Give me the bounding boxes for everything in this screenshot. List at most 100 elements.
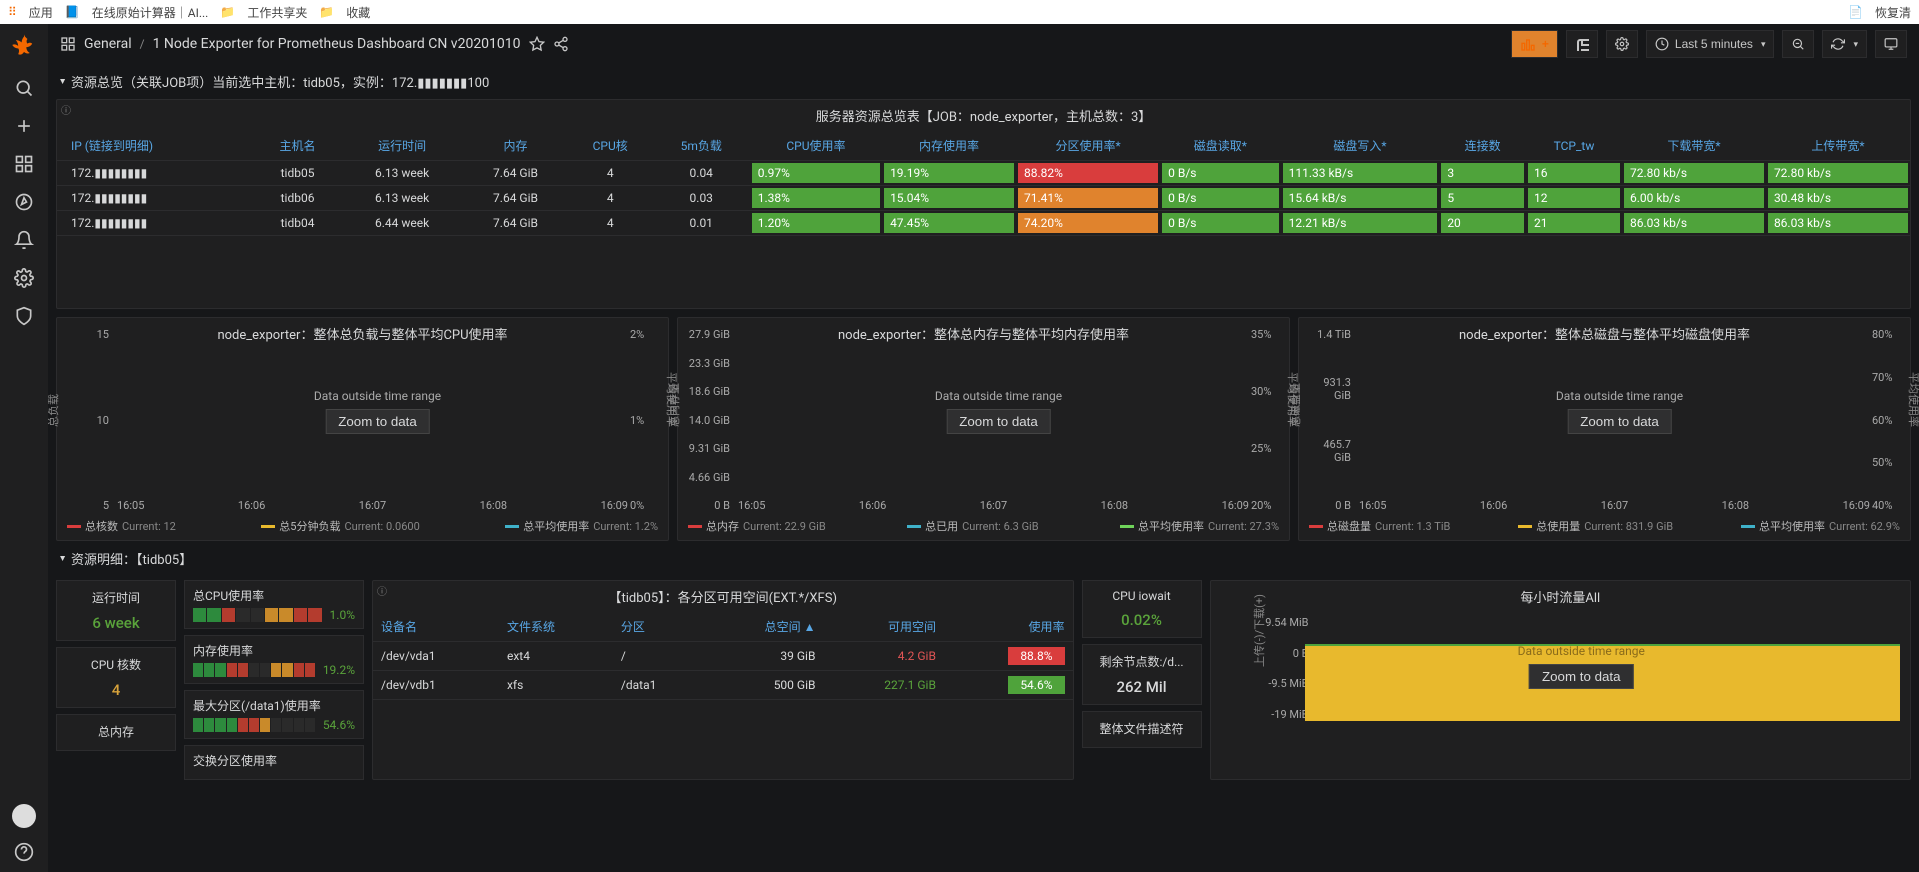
legend-item[interactable]: 总平均使用率 Current: 27.3% xyxy=(1120,518,1279,534)
disks-title: 【tidb05】：各分区可用空间(EXT.*/XFS) xyxy=(373,581,1073,612)
column-header[interactable]: CPU核 xyxy=(568,131,653,161)
stat-totalmem: 总内存 xyxy=(56,714,176,751)
legend-item[interactable]: 总磁盘量 Current: 1.3 TiB xyxy=(1309,518,1450,534)
legend-item[interactable]: 总使用量 Current: 831.9 GiB xyxy=(1518,518,1673,534)
ip-link[interactable]: 172.▮▮▮▮▮▮▮▮ xyxy=(57,186,254,211)
column-header[interactable]: 上传带宽* xyxy=(1766,131,1910,161)
overview-panel: ⓘ 服务器资源总览表【JOB：node_exporter，主机总数：3】 IP … xyxy=(56,99,1911,309)
breadcrumb-folder[interactable]: General xyxy=(84,36,132,52)
table-row: /dev/vdb1xfs/data1500 GiB227.1 GiB54.6% xyxy=(373,671,1073,700)
overview-table: IP (链接到明细)主机名运行时间内存CPU核5m负载CPU使用率内存使用率分区… xyxy=(57,131,1910,236)
column-header[interactable]: 设备名 xyxy=(373,612,499,642)
chart-panel: node_exporter：整体总负载与整体平均CPU使用率151052%1%0… xyxy=(56,317,669,541)
config-icon[interactable] xyxy=(14,268,34,288)
column-header[interactable]: 可用空间 xyxy=(823,612,943,642)
help-icon[interactable] xyxy=(14,842,34,862)
dashboards-icon[interactable] xyxy=(14,154,34,174)
bar-stat: 交换分区使用率 xyxy=(184,745,364,780)
legend-item[interactable]: 总核数 Current: 12 xyxy=(67,518,176,534)
ip-link[interactable]: 172.▮▮▮▮▮▮▮▮ xyxy=(57,211,254,236)
stat-iowait-label: CPU iowait xyxy=(1087,589,1197,603)
column-header[interactable]: 下载带宽* xyxy=(1622,131,1766,161)
stat-cores-label: CPU 核数 xyxy=(61,656,171,673)
save-button[interactable] xyxy=(1566,30,1598,58)
column-header[interactable]: 磁盘写入* xyxy=(1281,131,1440,161)
chart-notice: Data outside time range xyxy=(935,389,1062,403)
flow-ylabel: 上传(-)/下载(+) xyxy=(1251,593,1267,666)
share-icon[interactable] xyxy=(553,36,569,52)
timerange-label: Last 5 minutes xyxy=(1675,37,1753,51)
row-detail-toggle[interactable]: ▸资源明细：【tidb05】 xyxy=(56,541,1911,576)
stat-descr: 整体文件描述符 xyxy=(1082,711,1202,748)
column-header[interactable]: 磁盘读取* xyxy=(1160,131,1280,161)
chart-panel: node_exporter：整体总磁盘与整体平均磁盘使用率1.4 TiB931.… xyxy=(1298,317,1911,541)
dashboard-header: General / 1 Node Exporter for Prometheus… xyxy=(56,24,1911,64)
stat-remain-value: 262 Mil xyxy=(1087,678,1197,696)
avatar[interactable] xyxy=(12,804,36,828)
stat-cores-value: 4 xyxy=(61,681,171,699)
legend-item[interactable]: 总已用 Current: 6.3 GiB xyxy=(907,518,1039,534)
column-header[interactable]: 主机名 xyxy=(254,131,341,161)
tab-app: 应用 xyxy=(29,4,53,21)
stat-remain-label: 剩余节点数:/d... xyxy=(1087,653,1197,670)
column-header[interactable]: TCP_tw xyxy=(1526,131,1622,161)
column-header[interactable]: CPU使用率 xyxy=(750,131,882,161)
column-header[interactable]: 总空间 ▲ xyxy=(704,612,823,642)
overview-title: 服务器资源总览表【JOB：node_exporter，主机总数：3】 xyxy=(57,100,1910,131)
disks-table: 设备名文件系统分区总空间 ▲可用空间使用率 /dev/vda1ext4/39 G… xyxy=(373,612,1073,700)
info-icon[interactable]: ⓘ xyxy=(61,102,71,117)
breadcrumb-title[interactable]: 1 Node Exporter for Prometheus Dashboard… xyxy=(153,36,521,52)
legend-item[interactable]: 总内存 Current: 22.9 GiB xyxy=(688,518,826,534)
zoomout-button[interactable] xyxy=(1782,30,1814,58)
refresh-button[interactable]: ▾ xyxy=(1822,30,1867,58)
table-row: 172.▮▮▮▮▮▮▮▮tidb066.13 week7.64 GiB40.03… xyxy=(57,186,1910,211)
row-overview-title: 资源总览（关联JOB项）当前选中主机：tidb05，实例：172.▮▮▮▮▮▮▮… xyxy=(71,72,489,91)
bar-stat: 最大分区(/data1)使用率54.6% xyxy=(184,690,364,739)
ip-link[interactable]: 172.▮▮▮▮▮▮▮▮ xyxy=(57,161,254,186)
column-header[interactable]: 分区 xyxy=(613,612,705,642)
flow-zoom-button[interactable]: Zoom to data xyxy=(1529,664,1634,689)
alerting-icon[interactable] xyxy=(14,230,34,250)
table-row: 172.▮▮▮▮▮▮▮▮tidb046.44 week7.64 GiB40.01… xyxy=(57,211,1910,236)
column-header[interactable]: 内存使用率 xyxy=(882,131,1016,161)
row-overview-toggle[interactable]: ▸资源总览（关联JOB项）当前选中主机：tidb05，实例：172.▮▮▮▮▮▮… xyxy=(56,64,1911,99)
search-icon[interactable] xyxy=(14,78,34,98)
stat-uptime-label: 运行时间 xyxy=(61,589,171,606)
column-header[interactable]: 文件系统 xyxy=(499,612,613,642)
zoom-to-data-button[interactable]: Zoom to data xyxy=(1567,409,1672,434)
info-icon[interactable]: ⓘ xyxy=(377,583,387,598)
settings-button[interactable] xyxy=(1606,30,1638,58)
column-header[interactable]: 使用率 xyxy=(944,612,1073,642)
flow-title: 每小时流量All xyxy=(1211,581,1911,612)
chart-title: node_exporter：整体总内存与整体平均内存使用率 xyxy=(678,318,1289,349)
cycle-view-button[interactable] xyxy=(1875,30,1907,58)
chart-panel: node_exporter：整体总内存与整体平均内存使用率27.9 GiB23.… xyxy=(677,317,1290,541)
stat-cores: CPU 核数 4 xyxy=(56,647,176,708)
column-header[interactable]: 连接数 xyxy=(1439,131,1526,161)
zoom-to-data-button[interactable]: Zoom to data xyxy=(946,409,1051,434)
explore-icon[interactable] xyxy=(14,192,34,212)
column-header[interactable]: IP (链接到明细) xyxy=(57,131,254,161)
shield-icon[interactable] xyxy=(14,306,34,326)
star-icon[interactable] xyxy=(529,36,545,52)
timerange-button[interactable]: Last 5 minutes▾ xyxy=(1646,30,1775,58)
stat-uptime-value: 6 week xyxy=(61,614,171,632)
grafana-logo[interactable] xyxy=(10,32,38,60)
add-panel-button[interactable]: + xyxy=(1511,30,1558,58)
stat-iowait: CPU iowait 0.02% xyxy=(1082,580,1202,638)
legend-item[interactable]: 总5分钟负载 Current: 0.0600 xyxy=(261,518,419,534)
plus-icon[interactable] xyxy=(14,116,34,136)
legend-item[interactable]: 总平均使用率 Current: 62.9% xyxy=(1741,518,1900,534)
stat-descr-label: 整体文件描述符 xyxy=(1087,720,1197,737)
table-row: 172.▮▮▮▮▮▮▮▮tidb056.13 week7.64 GiB40.04… xyxy=(57,161,1910,186)
column-header[interactable]: 内存 xyxy=(463,131,567,161)
column-header[interactable]: 分区使用率* xyxy=(1016,131,1160,161)
tab-clear: 恢复清 xyxy=(1875,4,1911,21)
column-header[interactable]: 5m负载 xyxy=(653,131,750,161)
chart-notice: Data outside time range xyxy=(1556,389,1683,403)
column-header[interactable]: 运行时间 xyxy=(341,131,464,161)
chart-title: node_exporter：整体总磁盘与整体平均磁盘使用率 xyxy=(1299,318,1910,349)
zoom-to-data-button[interactable]: Zoom to data xyxy=(325,409,430,434)
tab-coll: 收藏 xyxy=(346,4,370,21)
legend-item[interactable]: 总平均使用率 Current: 1.2% xyxy=(505,518,658,534)
